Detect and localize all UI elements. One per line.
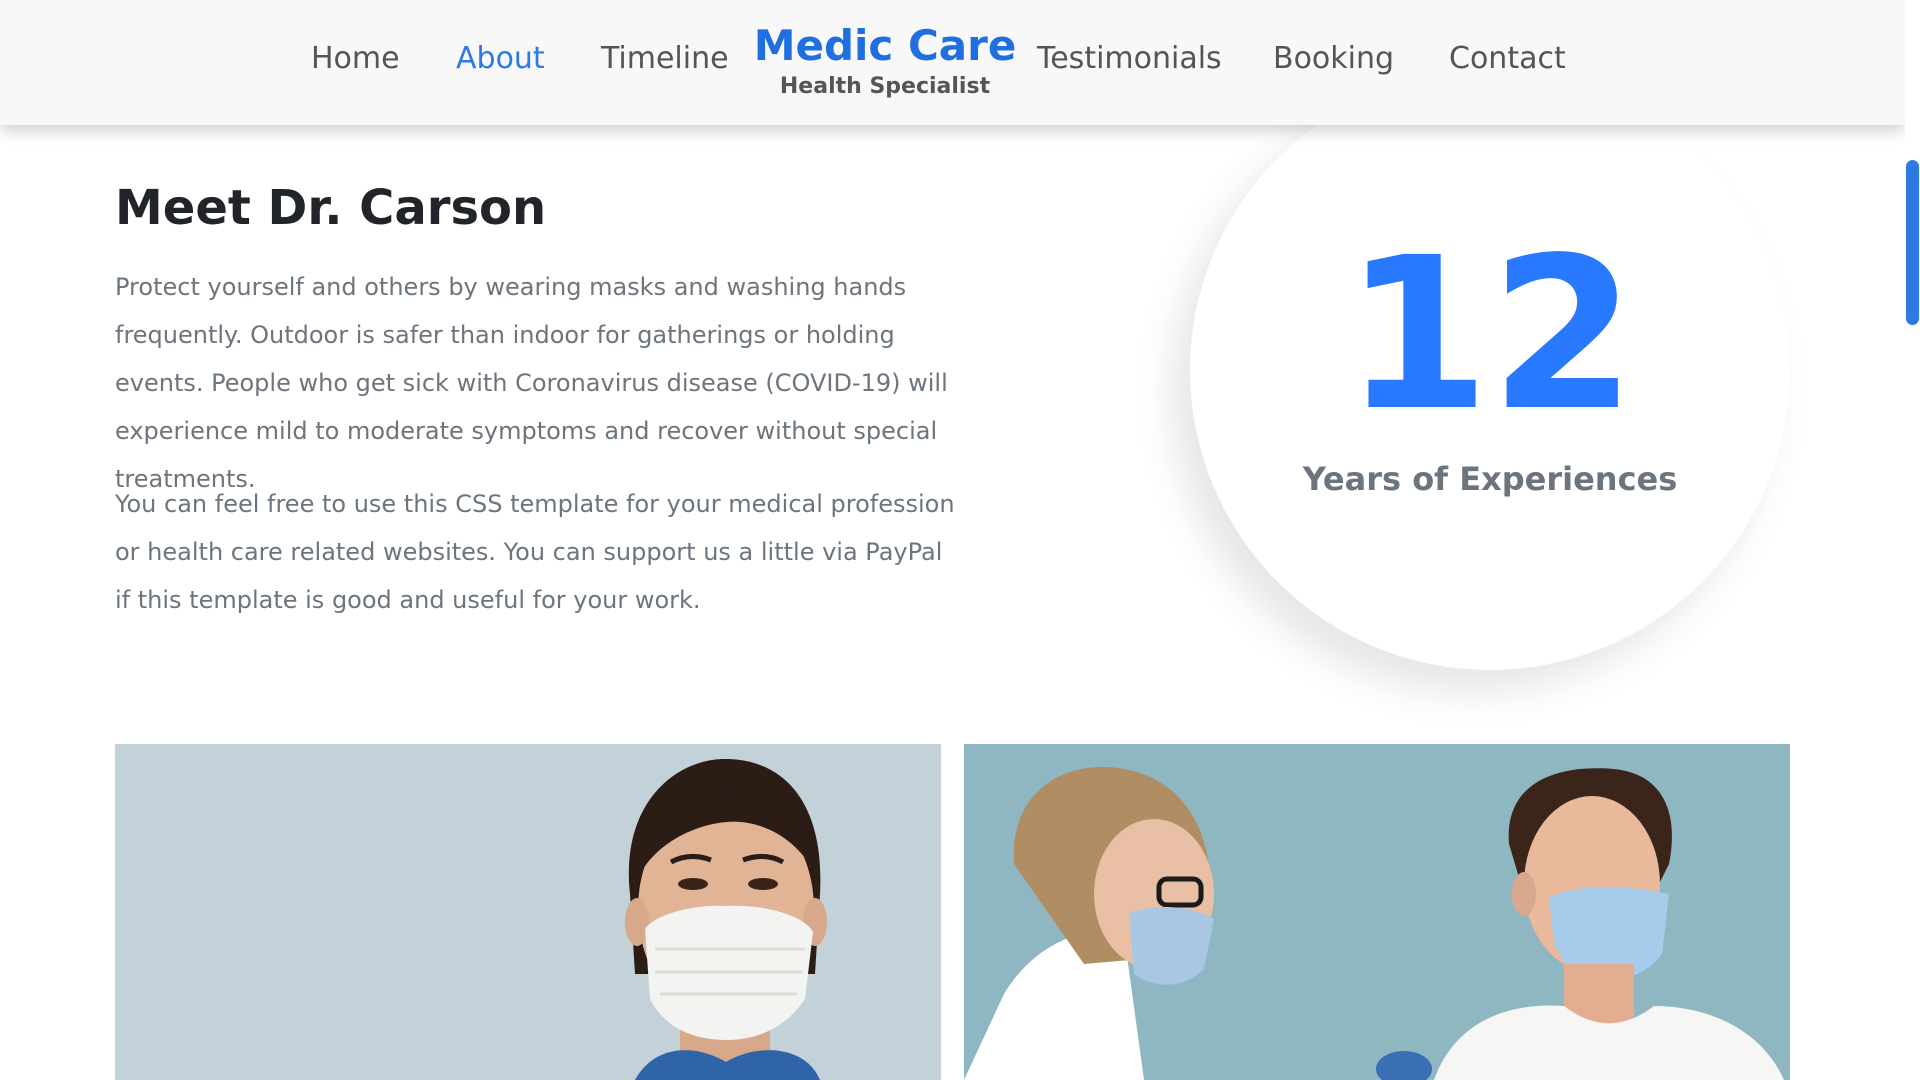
masked-nurse-illustration (115, 744, 941, 1080)
vaccination-photo (964, 744, 1790, 1080)
nav-timeline-link[interactable]: Timeline (601, 41, 729, 76)
nav-testimonials-link[interactable]: Testimonials (1037, 41, 1222, 76)
brand-logo[interactable]: Medic Care Health Specialist (750, 18, 1020, 99)
nav-home-link[interactable]: Home (311, 41, 400, 76)
about-paragraph-1: Protect yourself and others by wearing m… (115, 273, 948, 493)
masked-nurse-photo (115, 744, 941, 1080)
brand-title[interactable]: Medic Care (750, 18, 1020, 74)
about-heading: Meet Dr. Carson (115, 180, 547, 236)
experience-label: Years of Experiences (1302, 460, 1678, 498)
vaccination-illustration (964, 744, 1790, 1080)
nav-about-link[interactable]: About (456, 41, 545, 76)
top-navbar: Home About Timeline Medic Care Health Sp… (0, 0, 1905, 125)
page: Home About Timeline Medic Care Health Sp… (0, 0, 1920, 1080)
nav-booking-link[interactable]: Booking (1273, 41, 1394, 76)
about-paragraph-2: You can feel free to use this CSS templa… (115, 490, 955, 614)
brand-subtitle: Health Specialist (779, 74, 991, 99)
scrollbar-thumb[interactable] (1906, 160, 1919, 325)
experience-years-number: 12 (1343, 212, 1637, 457)
nav-contact-link[interactable]: Contact (1449, 41, 1566, 76)
experience-circle: 12 Years of Experiences (1190, 70, 1790, 670)
